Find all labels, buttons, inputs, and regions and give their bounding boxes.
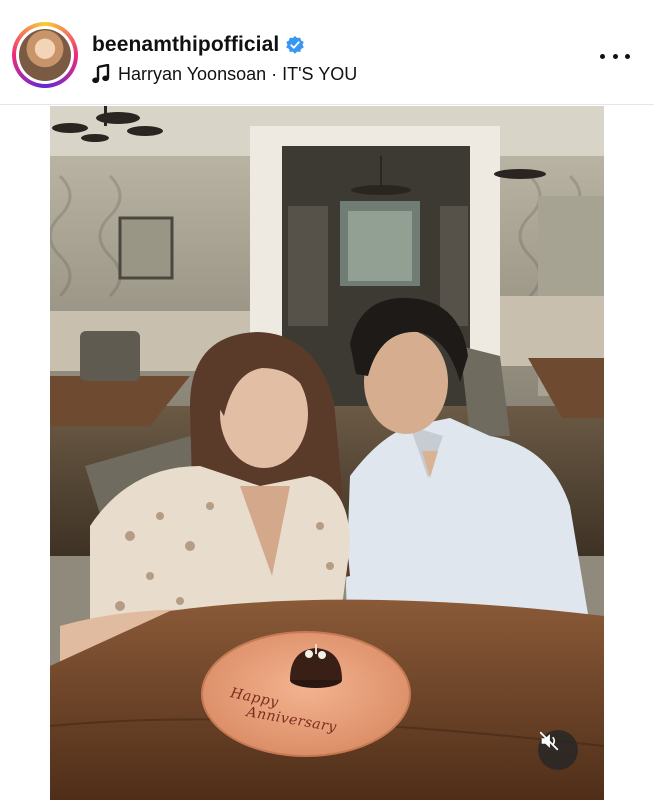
username-row: beenamthipofficial bbox=[92, 32, 305, 58]
post-header: beenamthipofficial Harryan Yoonsoan · IT… bbox=[0, 0, 654, 105]
music-track-label: Harryan Yoonsoan · IT'S YOU bbox=[118, 63, 358, 84]
mute-toggle-button[interactable] bbox=[538, 730, 578, 770]
curtain-left bbox=[288, 206, 328, 326]
cabinet-shelves bbox=[348, 211, 412, 281]
cake-decoration bbox=[305, 650, 313, 658]
muted-speaker-icon bbox=[539, 731, 559, 751]
banquette-right bbox=[500, 296, 604, 366]
chandelier-right bbox=[494, 169, 546, 179]
cake-decoration bbox=[318, 651, 326, 659]
more-dot bbox=[625, 53, 630, 59]
avatar-story-ring[interactable] bbox=[12, 22, 78, 88]
username-link[interactable]: beenamthipofficial bbox=[92, 33, 279, 57]
music-row[interactable]: Harryan Yoonsoan · IT'S YOU bbox=[92, 62, 357, 86]
avatar-image bbox=[19, 29, 71, 81]
verified-badge-icon bbox=[286, 36, 305, 54]
candle bbox=[315, 644, 317, 654]
curtain-right bbox=[440, 206, 468, 326]
photo-scene bbox=[50, 106, 604, 800]
wall-art bbox=[118, 216, 174, 280]
chair-background bbox=[80, 331, 140, 381]
music-note-icon bbox=[92, 64, 110, 84]
more-dot bbox=[600, 53, 605, 59]
more-dot bbox=[612, 53, 618, 59]
more-options-icon[interactable] bbox=[600, 46, 630, 66]
avatar bbox=[16, 26, 74, 84]
post-photo[interactable]: Happy Anniversary bbox=[50, 106, 604, 800]
